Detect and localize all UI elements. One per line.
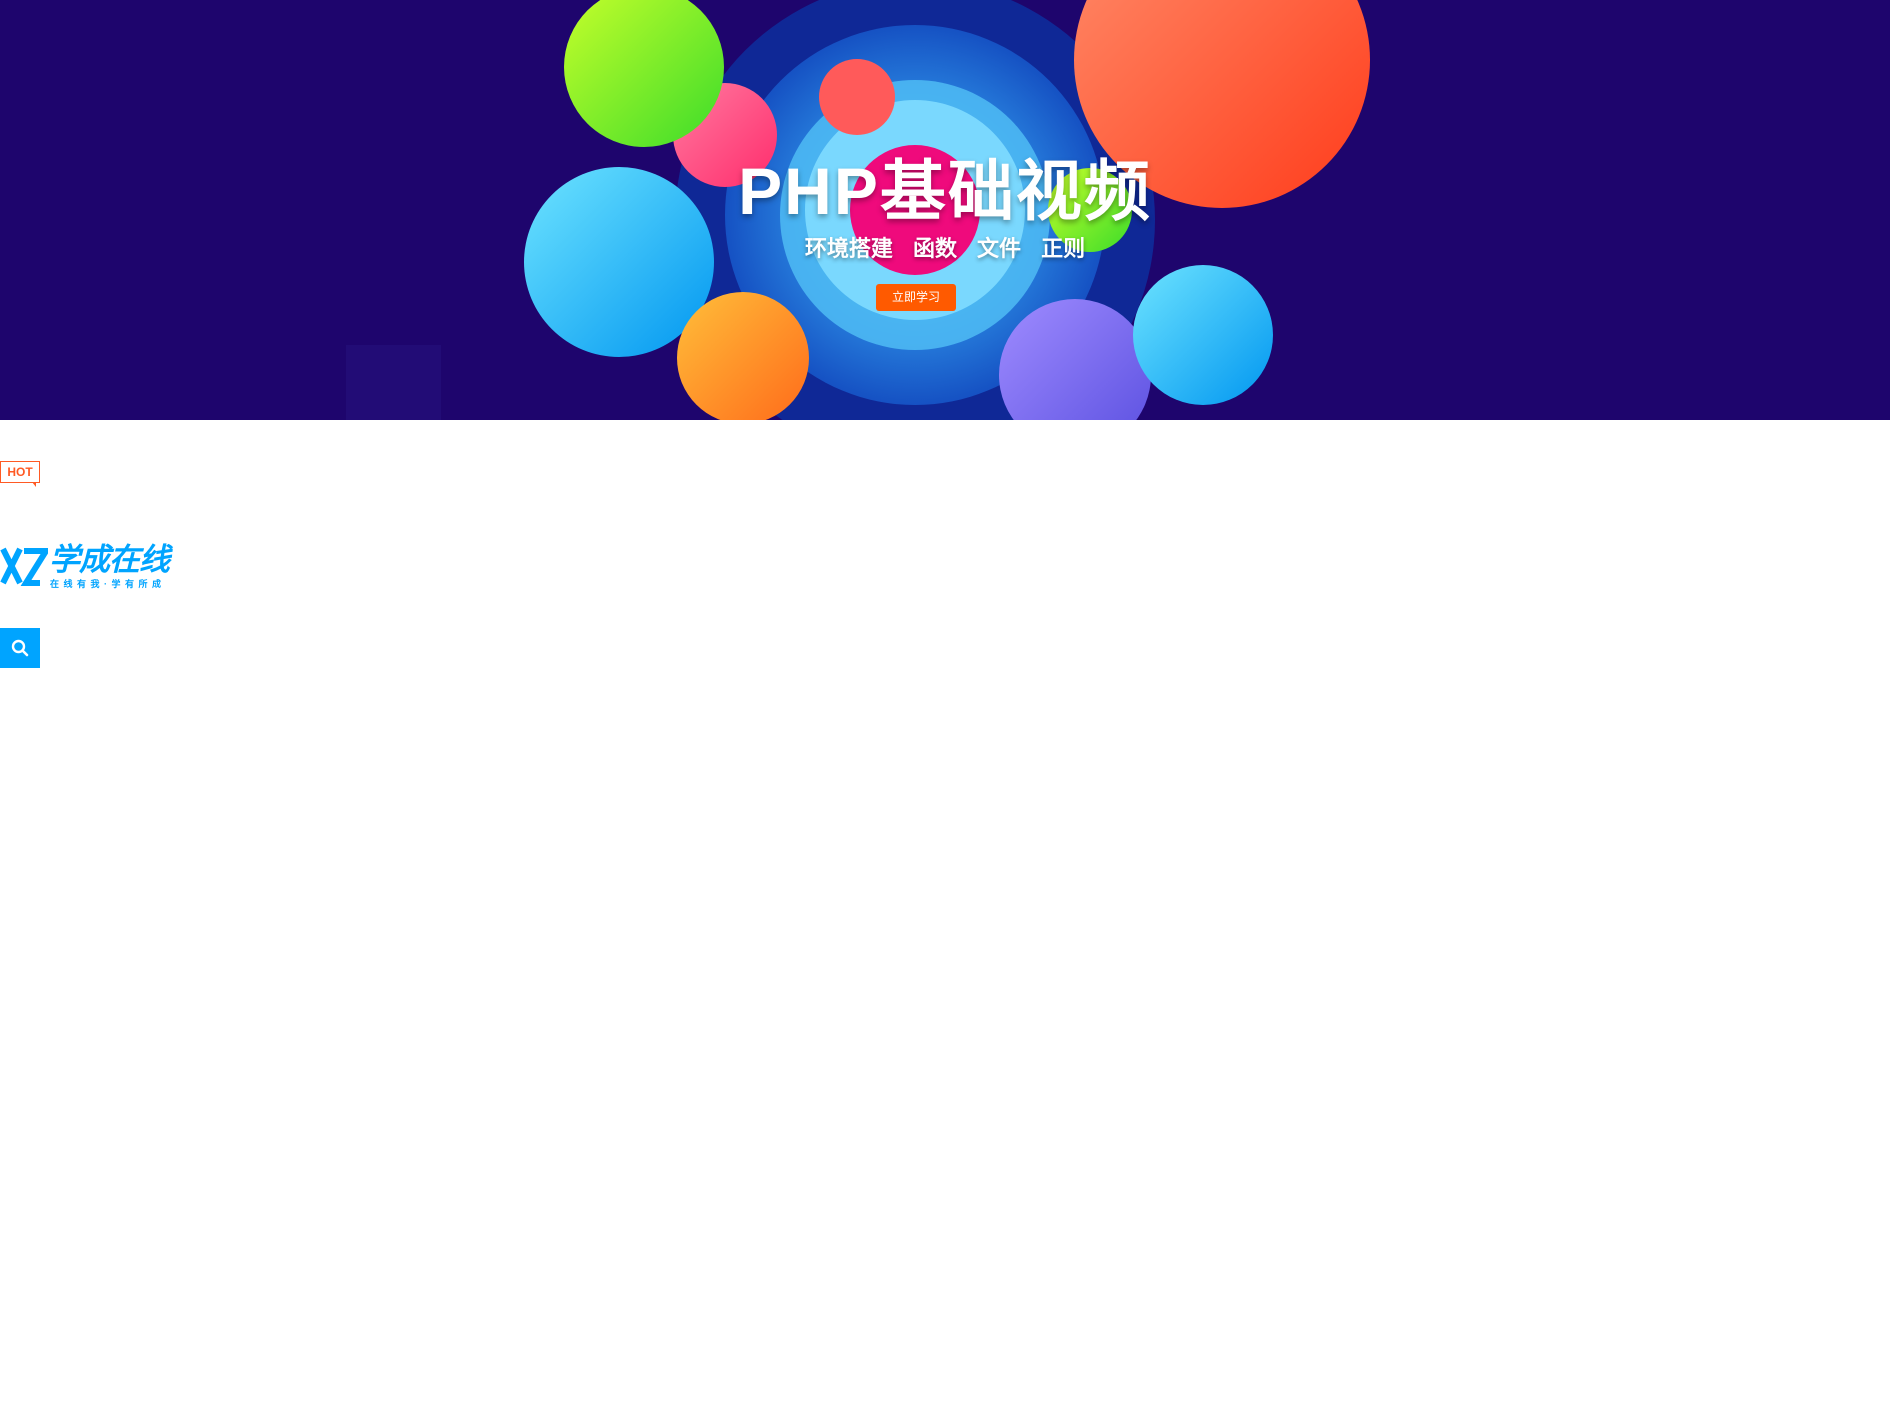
search-button[interactable] [0,628,40,668]
start-learning-button[interactable]: 立即学习 [876,284,956,311]
banner-title: PHP基础视频 [738,154,1152,228]
page: PHP基础视频 环境搭建 函数 文件 正则 立即学习 HOT 学成在线 在线有我… [0,0,1890,1417]
logo-name: 学成在线 [49,542,170,577]
logo-slogan: 在线有我·学有所成 [50,579,166,589]
search-icon [11,639,29,657]
course-banner[interactable]: PHP基础视频 环境搭建 函数 文件 正则 立即学习 [0,0,1890,420]
hot-badge: HOT [0,461,40,487]
xc-logo-icon [0,547,48,586]
banner-topics: 环境搭建 函数 文件 正则 [804,236,1086,261]
hot-badge-label: HOT [7,465,33,479]
hot-badge-tail [32,482,36,487]
site-logo[interactable]: 学成在线 在线有我·学有所成 [0,543,185,591]
